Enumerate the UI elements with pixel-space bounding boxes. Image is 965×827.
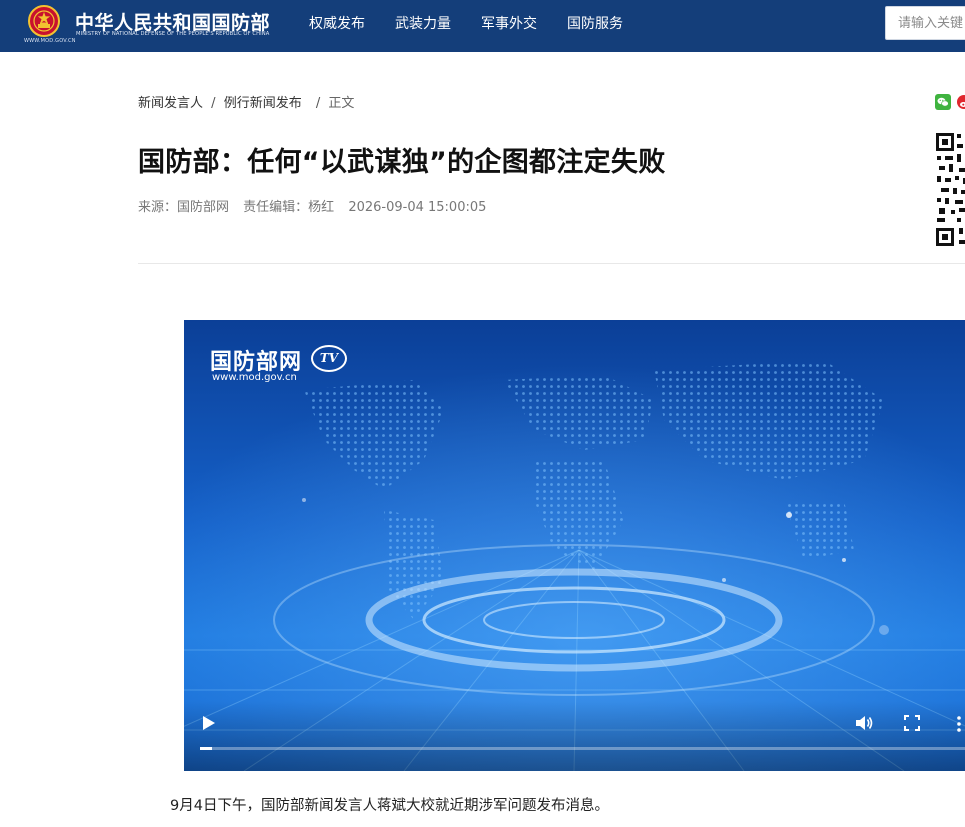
video-controls-bar	[184, 701, 965, 771]
nav-item-authority[interactable]: 权威发布	[309, 13, 365, 33]
nav-item-armed-forces[interactable]: 武装力量	[395, 13, 451, 33]
wechat-icon[interactable]	[935, 94, 951, 110]
article-source: 来源：国防部网	[138, 200, 230, 215]
more-icon[interactable]	[956, 715, 962, 733]
video-progress-bar[interactable]	[200, 747, 965, 750]
qr-code	[935, 132, 965, 247]
fullscreen-icon[interactable]	[904, 715, 920, 731]
article-divider	[138, 263, 965, 264]
site-header: WWW.MOD.GOV.CN 中华人民共和国国防部 MINISTRY OF NA…	[0, 0, 965, 52]
play-icon[interactable]	[202, 715, 216, 731]
article-paragraph: 9月4日下午，国防部新闻发言人蒋斌大校就近期涉军问题发布消息。	[170, 798, 609, 814]
breadcrumb: 新闻发言人 / 例行新闻发布 / 正文	[138, 92, 354, 111]
emblem-url: WWW.MOD.GOV.CN	[24, 38, 76, 44]
search-input[interactable]	[885, 6, 965, 40]
breadcrumb-press-conference[interactable]: 例行新闻发布	[224, 96, 302, 111]
video-logo-url: www.mod.gov.cn	[212, 372, 297, 383]
article-meta: 来源：国防部网 责任编辑：杨红 2026-09-04 15:00:05	[138, 196, 496, 215]
nav-item-military-diplomacy[interactable]: 军事外交	[481, 13, 537, 33]
nav-item-defense-service[interactable]: 国防服务	[567, 13, 623, 33]
article-datetime: 2026-09-04 15:00:05	[348, 200, 487, 215]
site-name-en: MINISTRY OF NATIONAL DEFENSE OF THE PEOP…	[76, 31, 270, 37]
national-emblem-icon[interactable]	[28, 5, 60, 37]
video-logo-badge: TV	[311, 345, 347, 372]
weibo-icon[interactable]	[957, 95, 965, 109]
breadcrumb-separator: /	[211, 96, 216, 111]
volume-icon[interactable]	[855, 714, 873, 732]
video-player[interactable]: 国防部网 TV www.mod.gov.cn	[184, 320, 965, 771]
article-title: 国防部：任何“以武谋独”的企图都注定失败	[138, 147, 666, 178]
breadcrumb-spokesperson[interactable]: 新闻发言人	[138, 96, 203, 111]
breadcrumb-current: 正文	[328, 96, 355, 111]
video-progress-fill	[200, 747, 213, 750]
breadcrumb-separator: /	[315, 96, 321, 111]
article-editor: 责任编辑：杨红	[243, 200, 335, 215]
main-nav: 权威发布 武装力量 军事外交 国防服务	[309, 0, 653, 46]
